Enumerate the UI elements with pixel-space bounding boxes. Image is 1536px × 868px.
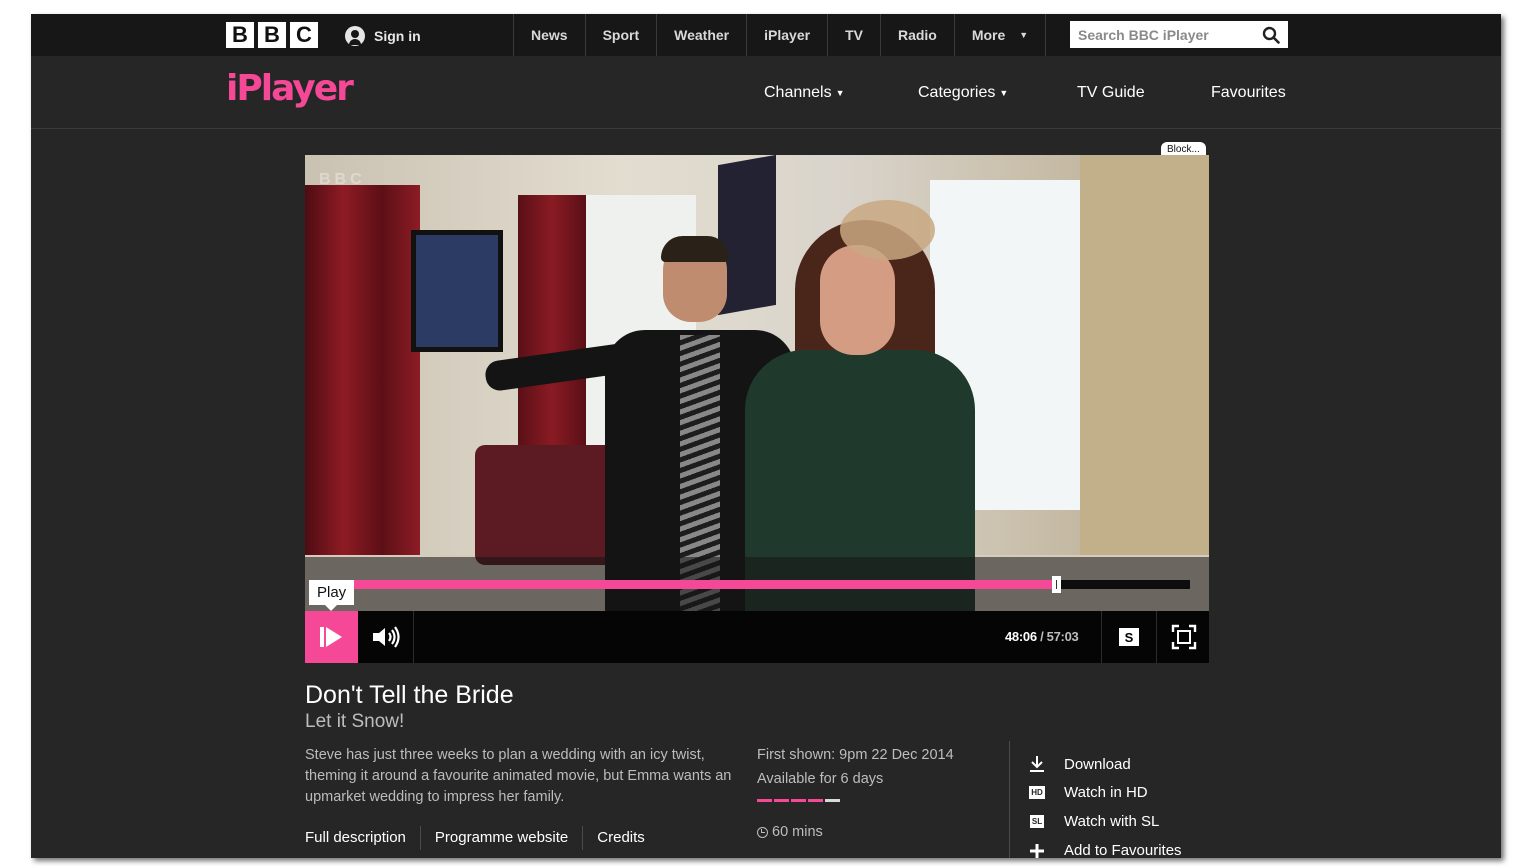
- nav-channels[interactable]: Channels ▼: [764, 84, 845, 102]
- search-input[interactable]: [1078, 26, 1262, 43]
- availability-segment: [825, 799, 840, 802]
- nav-weather[interactable]: Weather: [656, 14, 746, 56]
- play-button[interactable]: [305, 611, 358, 663]
- caret-down-icon: ▼: [999, 87, 1009, 98]
- video-scene-woman: [745, 200, 975, 611]
- programme-title: Don't Tell the Bride: [305, 681, 514, 709]
- availability: Available for 6 days: [757, 771, 884, 787]
- nav-radio[interactable]: Radio: [879, 14, 954, 56]
- channel-watermark: BBC: [319, 171, 366, 188]
- caret-down-icon: ▼: [835, 87, 845, 98]
- video-scene-face: [820, 245, 895, 355]
- video-scene-poster: [411, 230, 503, 352]
- first-shown: First shown: 9pm 22 Dec 2014: [757, 747, 954, 763]
- video-frame[interactable]: BBC: [305, 155, 1209, 611]
- watch-hd-button[interactable]: HD Watch in HD: [1027, 784, 1148, 801]
- nav-favourites[interactable]: Favourites: [1211, 84, 1286, 102]
- add-to-favourites-label: Add to Favourites: [1064, 842, 1182, 858]
- video-scene-hair: [661, 236, 729, 262]
- user-icon: [345, 26, 365, 46]
- caret-down-icon: ▼: [1019, 30, 1029, 40]
- video-scene-sofa: [475, 445, 625, 565]
- availability-segment: [791, 799, 806, 802]
- duration-value: 60 mins: [772, 824, 823, 840]
- duration: 60 mins: [757, 824, 823, 840]
- nav-iplayer[interactable]: iPlayer: [746, 14, 827, 56]
- play-icon: [319, 625, 344, 649]
- programme-website-link[interactable]: Programme website: [419, 826, 582, 850]
- browser-page: B B C Sign in News Sport Weather iPlayer…: [31, 14, 1501, 858]
- download-label: Download: [1064, 755, 1131, 773]
- iplayer-header: iPlayer Channels ▼ Categories ▼ TV Guide F…: [31, 56, 1501, 129]
- clock-icon: [757, 826, 768, 838]
- sign-language-icon: SL: [1029, 815, 1045, 828]
- bbc-logo[interactable]: B B C: [226, 22, 318, 48]
- progress-handle[interactable]: [1051, 576, 1061, 593]
- video-scene-fascinator: [840, 200, 935, 260]
- iplayer-logo[interactable]: iPlayer: [226, 68, 354, 109]
- watch-sl-button[interactable]: SL Watch with SL: [1027, 813, 1159, 830]
- availability-bar: [757, 799, 840, 802]
- play-tooltip: Play: [309, 580, 355, 611]
- nav-more[interactable]: More ▼: [953, 14, 1047, 56]
- hd-icon: HD: [1029, 786, 1045, 799]
- watch-sl-label: Watch with SL: [1064, 813, 1160, 830]
- bbc-logo-letter: B: [258, 22, 286, 48]
- volume-button[interactable]: [359, 611, 414, 663]
- nav-categories[interactable]: Categories ▼: [918, 84, 1008, 102]
- nav-channels-label: Channels: [764, 84, 832, 101]
- search-box: [1070, 21, 1288, 48]
- nav-tv-guide[interactable]: TV Guide: [1077, 84, 1145, 102]
- current-time: 48:06: [1005, 629, 1037, 644]
- availability-segment: [757, 799, 772, 802]
- availability-segment: [774, 799, 789, 802]
- credits-link[interactable]: Credits: [582, 826, 659, 850]
- plus-icon: [1030, 843, 1044, 858]
- video-scene-curtain: [305, 185, 420, 555]
- player-controls: 48:06 / 57:03 S: [305, 611, 1209, 663]
- sign-in-label: Sign in: [374, 28, 421, 44]
- full-description-link[interactable]: Full description: [305, 826, 420, 850]
- watch-hd-label: Watch in HD: [1064, 784, 1148, 801]
- nav-news[interactable]: News: [513, 14, 585, 56]
- programme-links: Full description Programme website Credi…: [305, 826, 659, 850]
- subtitles-icon: S: [1119, 628, 1139, 646]
- availability-segment: [808, 799, 823, 802]
- fullscreen-button[interactable]: [1156, 611, 1210, 663]
- add-to-favourites-button[interactable]: Add to Favourites: [1027, 842, 1182, 858]
- broadcast-info: First shown: 9pm 22 Dec 2014 Available f…: [757, 743, 954, 791]
- bbc-logo-letter: C: [290, 22, 318, 48]
- programme-description: Steve has just three weeks to plan a wed…: [305, 747, 732, 805]
- nav-categories-label: Categories: [918, 84, 996, 101]
- nav-sport[interactable]: Sport: [584, 14, 657, 56]
- progress-bar[interactable]: [335, 576, 1190, 593]
- bbc-logo-letter: B: [226, 22, 254, 48]
- global-nav: News Sport Weather iPlayer TV Radio More…: [513, 14, 1047, 56]
- download-icon: [1030, 756, 1044, 772]
- episode-title: Let it Snow!: [305, 711, 405, 732]
- fullscreen-icon: [1171, 624, 1196, 650]
- progress-fill: [335, 580, 1056, 589]
- sign-in-link[interactable]: Sign in: [345, 26, 421, 46]
- volume-icon: [373, 626, 400, 648]
- time-display: 48:06 / 57:03: [1005, 629, 1079, 644]
- nav-more-label: More: [971, 27, 1006, 43]
- nav-tv[interactable]: TV: [827, 14, 880, 56]
- programme-actions: Download HD Watch in HD SL Watch with SL…: [1009, 741, 1270, 858]
- download-button[interactable]: Download: [1027, 755, 1131, 773]
- video-scene-wallpaper: [1080, 155, 1209, 611]
- total-time: / 57:03: [1040, 629, 1079, 644]
- subtitles-button[interactable]: S: [1101, 611, 1156, 663]
- search-icon[interactable]: [1262, 26, 1280, 44]
- bbc-global-bar: B B C Sign in News Sport Weather iPlayer…: [31, 14, 1501, 56]
